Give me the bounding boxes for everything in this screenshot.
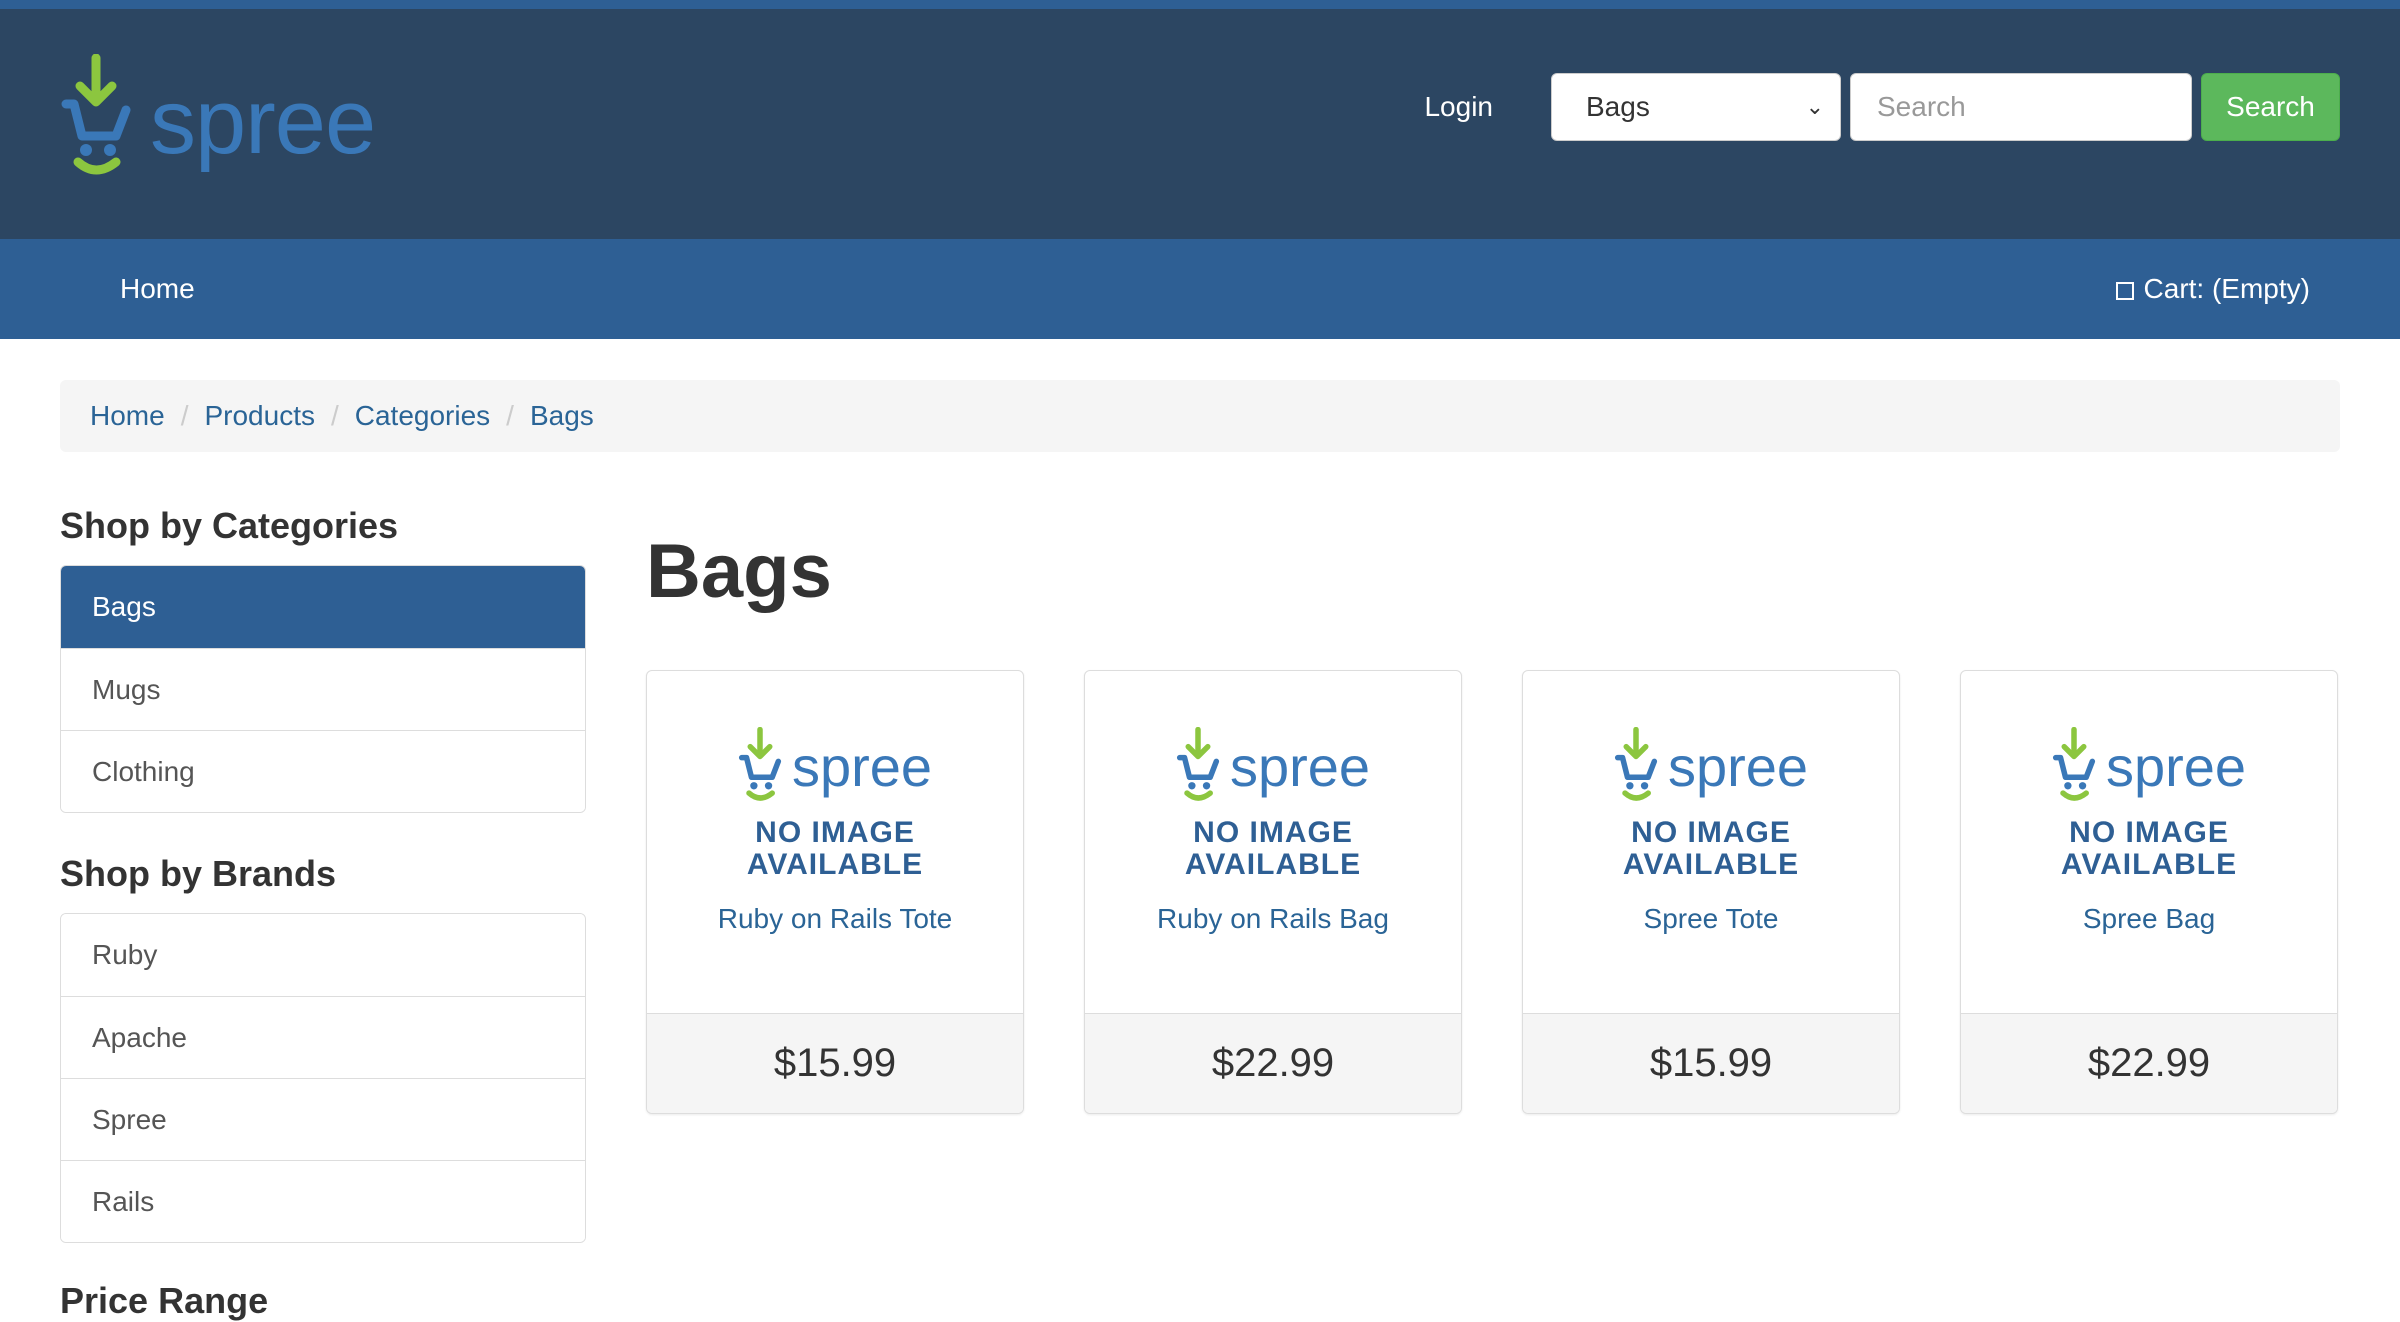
product-card-body: spree NO IMAGE AVAILABLE Spree Bag [1961,671,2337,1013]
brands-list: Ruby Apache Spree Rails [60,913,586,1243]
category-item-clothing[interactable]: Clothing [61,730,585,812]
taxon-select-value: Bags [1586,91,1650,122]
brand-wordmark: spree [150,71,376,173]
product-card[interactable]: spree NO IMAGE AVAILABLE Ruby on Rails T… [646,670,1024,1114]
spree-cart-icon [738,727,782,801]
main-nav: Home Cart: (Empty) [0,239,2400,339]
spree-cart-icon [1176,727,1220,801]
product-placeholder-image[interactable]: spree [1176,727,1370,803]
product-name-link[interactable]: Ruby on Rails Tote [718,903,953,935]
cart-square-icon [2115,282,2134,300]
brand-item-ruby[interactable]: Ruby [61,914,585,996]
product-placeholder-image[interactable]: spree [738,727,932,803]
site-logo[interactable]: spree [60,54,376,178]
no-image-line-2: AVAILABLE [1622,848,1800,881]
no-image-line-2: AVAILABLE [746,848,924,881]
product-name-link[interactable]: Spree Tote [1644,903,1779,935]
product-grid: spree NO IMAGE AVAILABLE Ruby on Rails T… [646,670,2338,1114]
spree-cart-icon [61,54,131,175]
product-card[interactable]: spree NO IMAGE AVAILABLE Ruby on Rails B… [1084,670,1462,1114]
no-image-line-1: NO IMAGE [1631,816,1791,849]
product-card-body: spree NO IMAGE AVAILABLE Ruby on Rails T… [647,671,1023,1013]
no-image-line-2: AVAILABLE [1184,848,1362,881]
category-item-bags[interactable]: Bags [61,566,585,648]
placeholder-brand: spree [1667,735,1809,798]
placeholder-brand: spree [2105,735,2247,798]
no-image-label: NO IMAGE AVAILABLE [1185,817,1361,881]
product-price: $15.99 [1649,1041,1773,1085]
product-card-body: spree NO IMAGE AVAILABLE Ruby on Rails B… [1085,671,1461,1013]
no-image-label: NO IMAGE AVAILABLE [1623,817,1799,881]
spree-cart-icon [2052,727,2096,801]
sidebar: Shop by Categories Bags Mugs Clothing Sh… [60,505,586,1283]
spree-cart-icon [1614,727,1658,801]
login-link[interactable]: Login [1424,91,1493,123]
no-image-line-1: NO IMAGE [2069,816,2229,849]
no-image-label: NO IMAGE AVAILABLE [2061,817,2237,881]
categories-heading: Shop by Categories [60,505,399,546]
breadcrumb-home[interactable]: Home [90,400,165,432]
product-price: $22.99 [1211,1041,1335,1085]
breadcrumb-separator: / [180,400,189,431]
product-placeholder-image[interactable]: spree [2052,727,2246,803]
nav-home-link[interactable]: Home [120,273,195,305]
cart-label: Cart: (Empty) [2143,273,2310,304]
brand-item-spree[interactable]: Spree [61,1078,585,1160]
category-item-mugs[interactable]: Mugs [61,648,585,730]
no-image-line-2: AVAILABLE [2060,848,2238,881]
product-name-link[interactable]: Ruby on Rails Bag [1157,903,1389,935]
placeholder-brand: spree [1229,735,1371,798]
product-card[interactable]: spree NO IMAGE AVAILABLE Spree Bag $22.9… [1960,670,2338,1114]
placeholder-brand: spree [791,735,933,798]
price-range-heading: Price Range [60,1280,269,1321]
taxon-select[interactable]: Bags ⌄ [1551,73,1841,141]
chevron-down-icon: ⌄ [1805,94,1824,119]
product-placeholder-image[interactable]: spree [1614,727,1808,803]
product-card[interactable]: spree NO IMAGE AVAILABLE Spree Tote $15.… [1522,670,1900,1114]
cart-link[interactable]: Cart: (Empty) [2115,273,2310,305]
product-price-footer: $15.99 [647,1013,1023,1113]
breadcrumb-separator: / [330,400,339,431]
breadcrumb-products[interactable]: Products [204,400,315,432]
breadcrumb: Home / Products / Categories / Bags [60,380,2340,452]
product-price-footer: $22.99 [1961,1013,2337,1113]
categories-list: Bags Mugs Clothing [60,565,586,813]
search-input[interactable] [1850,73,2192,141]
breadcrumb-bags[interactable]: Bags [530,400,594,432]
page-title: Bags [646,529,832,614]
site-header: spree Login Bags ⌄ Search [0,9,2400,239]
product-price: $15.99 [773,1041,897,1085]
header-actions: Login Bags ⌄ Search [1424,73,2340,141]
breadcrumb-separator: / [506,400,514,431]
brand-item-apache[interactable]: Apache [61,996,585,1078]
product-name-link[interactable]: Spree Bag [2083,903,2215,935]
breadcrumb-categories[interactable]: Categories [355,400,490,432]
no-image-label: NO IMAGE AVAILABLE [747,817,923,881]
search-button[interactable]: Search [2201,73,2340,141]
no-image-line-1: NO IMAGE [1193,816,1353,849]
no-image-line-1: NO IMAGE [755,816,915,849]
product-card-body: spree NO IMAGE AVAILABLE Spree Tote [1523,671,1899,1013]
product-price-footer: $22.99 [1085,1013,1461,1113]
product-price-footer: $15.99 [1523,1013,1899,1113]
top-accent-strip [0,0,2400,9]
brand-item-rails[interactable]: Rails [61,1160,585,1242]
brands-heading: Shop by Brands [60,853,337,894]
product-price: $22.99 [2087,1041,2211,1085]
